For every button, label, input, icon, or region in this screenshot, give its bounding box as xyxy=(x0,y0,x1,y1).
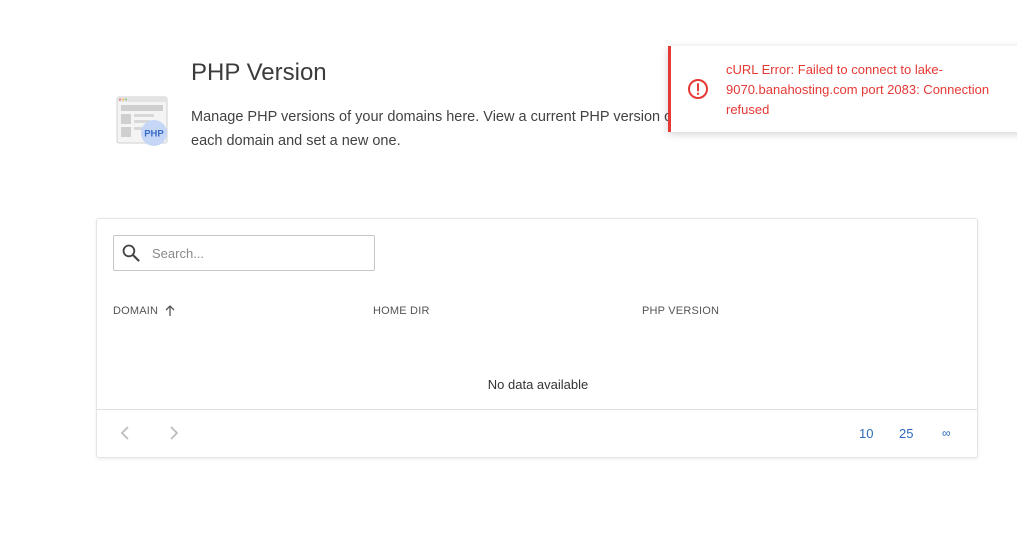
page-title: PHP Version xyxy=(191,59,327,86)
php-badge-text: PHP xyxy=(144,129,164,140)
page-size-10-button[interactable]: 10 xyxy=(859,426,873,441)
error-toast[interactable]: cURL Error: Failed to connect to lake-90… xyxy=(668,46,1017,132)
page-size-all-button[interactable]: ∞ xyxy=(942,426,951,440)
error-toast-message: cURL Error: Failed to connect to lake-90… xyxy=(726,62,990,117)
column-header-home-dir[interactable]: HOME DIR xyxy=(373,305,430,317)
sort-ascending-icon[interactable] xyxy=(164,304,176,317)
empty-state-text: No data available xyxy=(487,377,589,392)
column-header-php-version[interactable]: PHP VERSION xyxy=(642,305,719,317)
chevron-right-icon[interactable] xyxy=(164,424,182,442)
page-description: Manage PHP versions of your domains here… xyxy=(191,109,677,149)
page-size-25-button[interactable]: 25 xyxy=(899,426,913,441)
search-input[interactable] xyxy=(152,236,362,270)
page: PHP PHP Version Manage PHP versions of y… xyxy=(0,0,1017,559)
php-icon: PHP xyxy=(116,96,168,146)
table-footer-divider xyxy=(97,409,977,410)
column-header-domain[interactable]: DOMAIN xyxy=(113,305,158,317)
error-circle-icon xyxy=(688,79,708,99)
chevron-left-icon[interactable] xyxy=(117,424,135,442)
search-icon xyxy=(122,244,140,262)
domains-table-card: DOMAIN HOME DIR PHP VERSION No data avai… xyxy=(96,218,978,458)
search-field[interactable] xyxy=(113,235,375,271)
